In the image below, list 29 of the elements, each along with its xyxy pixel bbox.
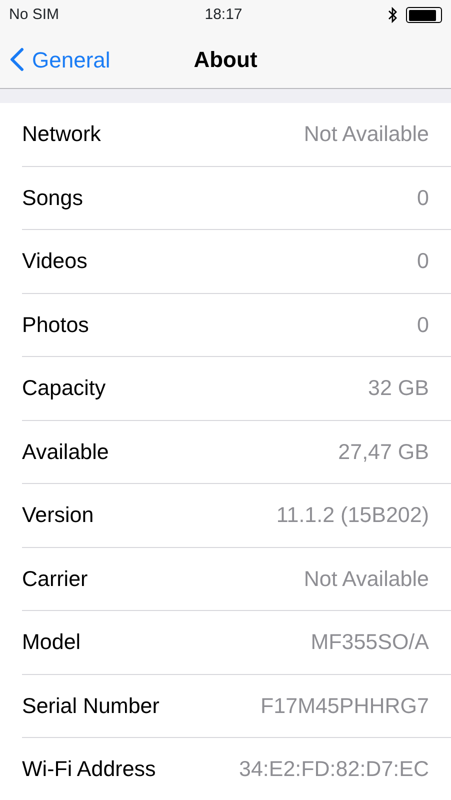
- row-label: Songs: [22, 184, 83, 212]
- row-label: Serial Number: [22, 692, 160, 720]
- row-value: 0: [417, 312, 429, 339]
- row-value: 11.1.2 (15B202): [276, 502, 429, 530]
- row-label: Network: [22, 121, 101, 148]
- row-label: Model: [22, 629, 81, 656]
- row-value: 32 GB: [368, 375, 429, 402]
- row-label: Carrier: [22, 566, 88, 593]
- row-value: Not Available: [304, 121, 429, 148]
- page-title: About: [194, 46, 258, 74]
- row-value: F17M45PHHRG7: [260, 692, 429, 720]
- row-label: Version: [22, 502, 94, 530]
- row-value: 0: [417, 184, 429, 212]
- back-button[interactable]: General: [10, 43, 110, 76]
- row-value: 0: [417, 248, 429, 276]
- row-value: MF355SO/A: [310, 629, 429, 656]
- row-label: Available: [22, 438, 109, 466]
- row-value: 27,47 GB: [338, 438, 429, 466]
- row-value: Not Available: [304, 566, 429, 593]
- carrier-text: No SIM: [9, 4, 60, 25]
- row-label: Wi-Fi Address: [22, 756, 156, 784]
- bluetooth-icon: [388, 7, 398, 23]
- chevron-icon: [10, 48, 24, 72]
- row-label: Photos: [22, 312, 89, 339]
- battery-icon: [406, 7, 442, 23]
- row-label: Videos: [22, 248, 88, 276]
- clock-time: 18:17: [204, 4, 242, 25]
- row-label: Capacity: [22, 375, 106, 402]
- row-value: 34:E2:FD:82:D7:EC: [238, 756, 429, 784]
